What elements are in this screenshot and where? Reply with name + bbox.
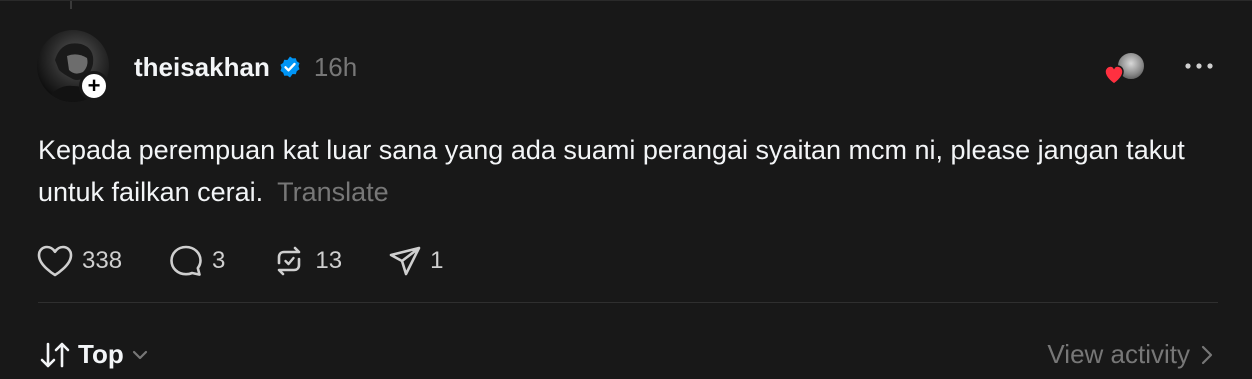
- view-activity-label: View activity: [1047, 339, 1190, 369]
- verified-badge-icon: [278, 55, 302, 79]
- post-header: theisakhan 16h: [134, 47, 357, 87]
- share-button[interactable]: 1: [388, 244, 443, 278]
- chevron-right-icon: [1201, 345, 1213, 364]
- reply-button[interactable]: 3: [168, 244, 225, 278]
- reply-count: 3: [212, 247, 226, 274]
- more-horizontal-icon: [1185, 63, 1213, 69]
- post-text: Kepada perempuan kat luar sana yang ada …: [38, 135, 1185, 207]
- post-timestamp[interactable]: 16h: [314, 52, 357, 83]
- send-icon: [389, 246, 421, 276]
- liked-by-avatars[interactable]: [1102, 51, 1148, 85]
- translate-link[interactable]: Translate: [277, 177, 389, 207]
- sort-label: Top: [78, 339, 124, 369]
- username[interactable]: theisakhan: [134, 52, 270, 83]
- more-options-button[interactable]: [1182, 51, 1216, 81]
- sort-dropdown[interactable]: Top: [38, 339, 150, 370]
- repost-icon: [278, 246, 301, 276]
- like-button[interactable]: 338: [36, 244, 122, 278]
- share-count: 1: [430, 247, 444, 274]
- like-count: 338: [82, 247, 123, 274]
- heart-icon: [1104, 65, 1124, 85]
- view-activity-link[interactable]: View activity: [1047, 339, 1214, 370]
- thread-connector-line: [70, 1, 72, 9]
- divider: [38, 302, 1218, 303]
- thread-post-card: + theisakhan 16h Kepada perempuan kat lu…: [0, 0, 1252, 379]
- chevron-down-icon: [132, 350, 147, 359]
- repost-button[interactable]: 13: [271, 244, 342, 278]
- post-body: Kepada perempuan kat luar sana yang ada …: [38, 129, 1218, 213]
- heart-outline-icon: [37, 245, 73, 277]
- comment-icon: [170, 245, 202, 276]
- post-actions: 338 3 13 1: [36, 241, 489, 281]
- sort-arrows-icon: [40, 342, 70, 367]
- follow-plus-icon[interactable]: +: [79, 71, 109, 101]
- repost-count: 13: [315, 247, 343, 274]
- author-avatar-wrapper[interactable]: +: [37, 30, 109, 102]
